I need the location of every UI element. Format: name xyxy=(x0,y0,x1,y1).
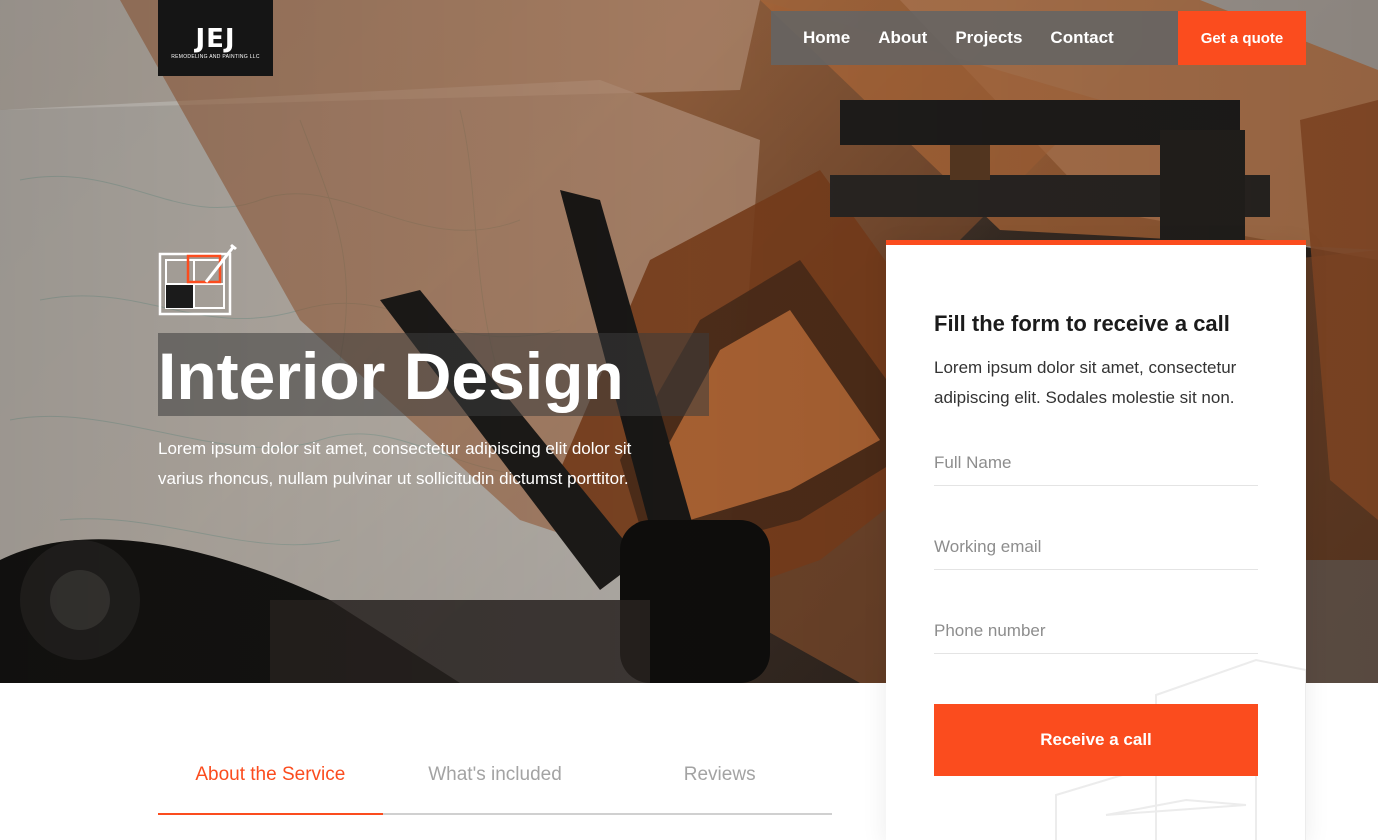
nav-item-about[interactable]: About xyxy=(864,28,941,48)
interior-design-icon xyxy=(158,244,237,316)
form-description: Lorem ipsum dolor sit amet, consectetur … xyxy=(934,358,1237,407)
form-title: Fill the form to receive a call xyxy=(934,311,1230,336)
hero-description: Lorem ipsum dolor sit amet, consectetur … xyxy=(158,439,632,488)
logo-subtext: REMODELING AND PAINTING LLC xyxy=(171,54,260,60)
full-name-field xyxy=(934,440,1258,486)
email-field xyxy=(934,524,1258,570)
nav-item-home[interactable]: Home xyxy=(789,28,864,48)
full-name-input[interactable] xyxy=(934,452,1258,473)
phone-input[interactable] xyxy=(934,620,1258,641)
main-nav: Home About Projects Contact xyxy=(771,11,1179,65)
nav-item-contact[interactable]: Contact xyxy=(1036,28,1127,48)
email-input[interactable] xyxy=(934,536,1258,557)
nav-item-projects[interactable]: Projects xyxy=(941,28,1036,48)
logo[interactable]: JEJ REMODELING AND PAINTING LLC xyxy=(158,0,273,76)
tab-reviews[interactable]: Reviews xyxy=(607,752,832,813)
phone-field xyxy=(934,608,1258,654)
receive-call-button[interactable]: Receive a call xyxy=(934,704,1258,776)
callback-form: Fill the form to receive a call Lorem ip… xyxy=(886,240,1306,840)
tab-whats-included[interactable]: What's included xyxy=(383,752,608,813)
service-tabs: About the Service What's included Review… xyxy=(158,752,832,815)
tab-about-the-service[interactable]: About the Service xyxy=(158,752,383,815)
page-title: Interior Design xyxy=(158,339,624,413)
logo-text: JEJ xyxy=(195,24,236,54)
get-quote-button[interactable]: Get a quote xyxy=(1178,11,1306,65)
